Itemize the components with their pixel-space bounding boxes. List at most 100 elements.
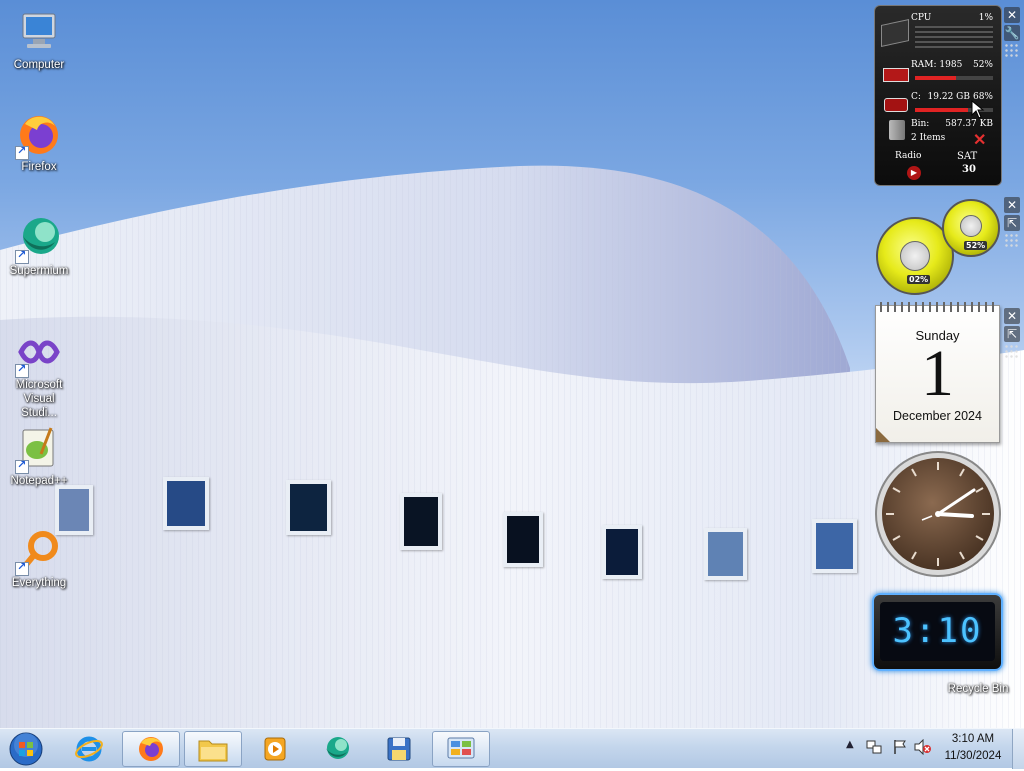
- control-panel-icon: [447, 737, 475, 759]
- save-disk-icon: [387, 737, 411, 761]
- taskbar-supermium[interactable]: [308, 731, 366, 767]
- day-abbr: SAT: [957, 151, 978, 162]
- digital-clock-time: 3:10: [880, 602, 995, 661]
- ram-row: RAM: 1985 52%: [911, 60, 993, 70]
- building-window: [812, 519, 857, 573]
- taskbar-save[interactable]: [370, 731, 428, 767]
- cpu-ram-meter-gadget[interactable]: 02% 52%: [874, 197, 1002, 295]
- calendar-page-fold[interactable]: [876, 428, 890, 442]
- taskbar-time: 3:10 AM: [951, 733, 995, 745]
- sysmon-gadget-tools: ✕ 🔧: [1004, 7, 1022, 57]
- desktop-icon-label: Everything: [11, 577, 67, 589]
- notepad-plus-plus-icon: [15, 424, 63, 474]
- mouse-cursor-icon: [971, 100, 985, 119]
- close-icon[interactable]: ✕: [1004, 308, 1020, 324]
- digital-clock-gadget[interactable]: 3:10: [872, 593, 1003, 671]
- drag-handle-icon[interactable]: [1004, 43, 1020, 57]
- desktop-icon-label: Supermium: [9, 265, 69, 277]
- desktop-icon-label: Computer: [13, 59, 65, 71]
- show-desktop-button[interactable]: [1012, 729, 1024, 769]
- analog-clock-gadget[interactable]: [874, 450, 1002, 578]
- radio-label: Radio: [895, 151, 922, 161]
- building-window: [286, 480, 331, 535]
- taskbar-media-player[interactable]: [246, 731, 304, 767]
- taskbar-date: 11/30/2024: [944, 750, 1002, 762]
- drag-handle-icon[interactable]: [1004, 344, 1020, 358]
- desktop-icon-everything[interactable]: Everything: [4, 526, 74, 590]
- hard-drive-icon: [884, 98, 908, 112]
- cpu-gauge-dial: [900, 241, 930, 271]
- building-window: [503, 512, 543, 567]
- wrench-icon[interactable]: 🔧: [1004, 25, 1020, 41]
- radio-play-button[interactable]: ▶: [907, 166, 921, 180]
- desktop-icon-label: Microsoft Visual Studi...: [15, 379, 63, 419]
- bin-row: Bin: 587.37 KB: [911, 119, 993, 129]
- resize-icon[interactable]: ⇱: [1004, 215, 1020, 231]
- desktop[interactable]: Computer Firefox Supermium: [0, 0, 1024, 728]
- cpu-chip-icon: [881, 19, 909, 47]
- meter-gadget-tools: ✕ ⇱: [1004, 197, 1022, 247]
- shortcut-arrow-icon: [15, 362, 29, 378]
- shortcut-arrow-icon: [15, 458, 29, 474]
- shortcut-arrow-icon: [15, 248, 29, 264]
- network-icon[interactable]: [866, 739, 882, 758]
- supermium-icon: [326, 737, 349, 759]
- desktop-icon-notepad-plus-plus[interactable]: Notepad++: [4, 424, 74, 488]
- building-window: [704, 528, 747, 580]
- shortcut-arrow-icon: [15, 560, 29, 576]
- recycle-bin-label[interactable]: Recycle Bin: [938, 683, 1018, 695]
- close-icon[interactable]: ✕: [1004, 7, 1020, 23]
- ram-percent: 52%: [972, 60, 993, 70]
- firefox-icon: [15, 110, 63, 160]
- cpu-graph: [915, 26, 993, 48]
- everything-search-icon: [15, 526, 63, 576]
- system-monitor-gadget[interactable]: CPU 1% RAM: 1985 52% C: 19.22 GB 68% Bin…: [874, 5, 1002, 186]
- wallpaper-building: [0, 165, 1024, 728]
- ram-bar: [915, 76, 993, 80]
- building-window: [163, 477, 209, 530]
- calendar-gadget[interactable]: Sunday 1 December 2024: [875, 302, 1000, 443]
- firefox-icon: [139, 737, 163, 761]
- bin-label: Bin:: [911, 119, 930, 129]
- supermium-icon: [15, 214, 63, 264]
- ram-bar-fill: [915, 76, 956, 80]
- drag-handle-icon[interactable]: [1004, 233, 1020, 247]
- ram-module-icon: [883, 68, 909, 82]
- calendar-gadget-tools: ✕ ⇱: [1004, 308, 1022, 358]
- start-button[interactable]: [6, 731, 46, 767]
- shortcut-arrow-icon: [15, 144, 29, 160]
- computer-icon: [15, 8, 63, 56]
- action-center-flag-icon[interactable]: [892, 739, 908, 758]
- close-icon[interactable]: ✕: [1004, 197, 1020, 213]
- bin-size: 587.37 KB: [945, 119, 993, 129]
- ram-gauge-percent: 52%: [964, 241, 988, 250]
- building-window: [602, 525, 642, 579]
- taskbar-clock[interactable]: 3:10 AM 11/30/2024: [936, 731, 1010, 765]
- resize-icon[interactable]: ⇱: [1004, 326, 1020, 342]
- taskbar-internet-explorer[interactable]: [60, 731, 118, 767]
- building-window: [400, 493, 442, 550]
- drive-label: C:: [911, 92, 921, 102]
- taskbar-control-panel[interactable]: [432, 731, 490, 767]
- taskbar-windows-explorer[interactable]: [184, 731, 242, 767]
- recycle-bin-small-icon: [889, 120, 905, 140]
- day-number: 30: [962, 164, 976, 175]
- calendar-binding: [880, 302, 995, 312]
- drive-bar-fill: [915, 108, 969, 112]
- visual-studio-icon: [15, 328, 63, 378]
- desktop-icon-computer[interactable]: Computer: [4, 8, 74, 72]
- empty-bin-button[interactable]: ✕: [973, 130, 986, 149]
- taskbar: ▲ 3:10 AM 11/30/2024: [0, 728, 1024, 769]
- bin-items: 2 Items: [911, 133, 946, 143]
- ram-gauge: 52%: [942, 199, 1000, 257]
- desktop-icon-supermium[interactable]: Supermium: [4, 214, 74, 278]
- calendar-month-year: December 2024: [893, 409, 982, 423]
- cpu-label: CPU: [911, 13, 932, 23]
- show-hidden-icons-button[interactable]: ▲: [846, 739, 854, 750]
- folder-icon: [198, 740, 228, 762]
- taskbar-firefox[interactable]: [122, 731, 180, 767]
- volume-muted-icon[interactable]: [914, 738, 932, 758]
- ram-label: RAM: 1985: [911, 60, 963, 70]
- desktop-icon-firefox[interactable]: Firefox: [4, 110, 74, 174]
- desktop-icon-visual-studio[interactable]: Microsoft Visual Studi...: [4, 328, 74, 420]
